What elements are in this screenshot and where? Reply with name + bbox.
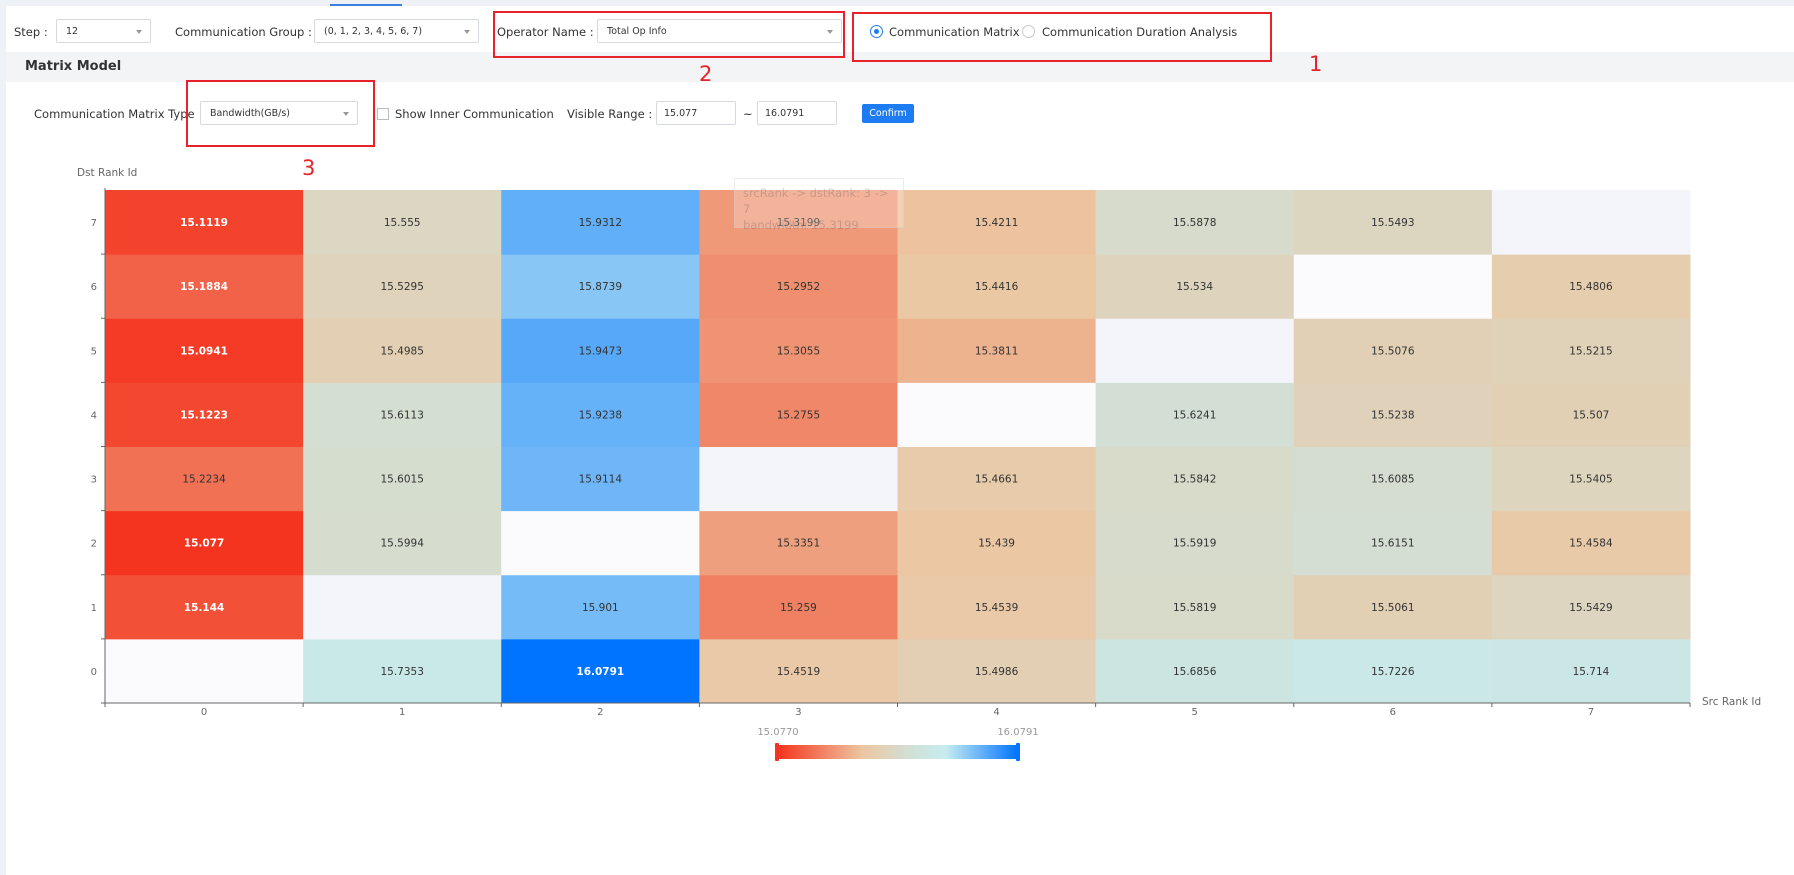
cell-value-label: 15.4416 (975, 281, 1019, 293)
visual-map-max-handle (1016, 743, 1020, 761)
cell-value-label: 15.6856 (1173, 666, 1217, 678)
cell-value-label: 15.259 (780, 602, 817, 614)
cell-value-label: 15.4519 (777, 666, 820, 678)
visual-map-max-label: 16.0791 (997, 727, 1038, 738)
x-tick-label: 0 (201, 707, 207, 718)
heatmap-cell (105, 638, 304, 704)
cell-value-label: 15.2952 (777, 281, 820, 293)
cell-value-label: 15.5061 (1371, 602, 1414, 614)
tooltip-line-1: srcRank -> dstRank: 3 -> 7 (743, 186, 889, 216)
cell-value-label: 15.4584 (1569, 538, 1613, 550)
cell-value-label: 16.0791 (576, 666, 624, 678)
x-axis-title: Src Rank Id (1702, 696, 1761, 708)
cell-value-label: 15.9312 (579, 217, 622, 229)
cell-value-label: 15.1884 (180, 281, 228, 293)
annotation-number-3: 3 (302, 156, 316, 180)
x-tick-label: 7 (1588, 707, 1594, 718)
cell-value-label: 15.4211 (975, 217, 1018, 229)
x-tick-label: 6 (1390, 707, 1396, 718)
cell-value-label: 15.534 (1176, 281, 1213, 293)
cell-value-label: 15.7353 (380, 666, 423, 678)
cell-value-label: 15.6015 (380, 474, 423, 486)
cell-value-label: 15.3351 (777, 538, 820, 550)
y-tick-label: 2 (91, 539, 97, 550)
cell-value-label: 15.1223 (180, 409, 228, 421)
cell-value-label: 15.3055 (777, 345, 820, 357)
cell-value-label: 15.7226 (1371, 666, 1415, 678)
cell-value-label: 15.4985 (380, 345, 423, 357)
cell-value-label: 15.9473 (579, 345, 622, 357)
cell-value-label: 15.6085 (1371, 474, 1414, 486)
visual-map-min-handle (775, 743, 779, 761)
cell-value-label: 15.8739 (579, 281, 622, 293)
heatmap-cell (699, 446, 898, 512)
cell-value-label: 15.9238 (579, 409, 622, 421)
cell-value-label: 15.5994 (380, 538, 424, 550)
x-tick-label: 1 (399, 707, 405, 718)
visual-map-min-label: 15.0770 (757, 727, 798, 738)
annotation-box-2 (493, 11, 845, 58)
cell-value-label: 15.507 (1573, 409, 1610, 421)
cell-value-label: 15.439 (978, 538, 1015, 550)
cell-value-label: 15.5076 (1371, 345, 1415, 357)
visual-map-gradient (778, 745, 1018, 759)
x-tick-label: 5 (1192, 707, 1198, 718)
cell-value-label: 15.5405 (1569, 474, 1612, 486)
heatmap-cell (897, 382, 1097, 447)
cell-value-label: 15.5819 (1173, 602, 1216, 614)
cell-value-label: 15.555 (384, 217, 421, 229)
y-tick-label: 6 (91, 282, 97, 293)
cell-value-label: 15.4986 (975, 666, 1019, 678)
cell-value-label: 15.5919 (1173, 538, 1216, 550)
annotation-box-3 (186, 80, 375, 147)
heatmap-cell (1491, 190, 1691, 255)
cell-value-label: 15.5238 (1371, 409, 1414, 421)
heatmap-cell (501, 510, 700, 576)
cell-value-label: 15.5215 (1569, 345, 1612, 357)
y-tick-label: 7 (91, 218, 97, 229)
cell-value-label: 15.3811 (975, 345, 1018, 357)
cell-value-label: 15.6113 (380, 409, 423, 421)
y-tick-label: 4 (91, 410, 97, 421)
cell-value-label: 15.2755 (777, 409, 820, 421)
heatmap-cell (1293, 254, 1493, 319)
cell-value-label: 15.5878 (1173, 217, 1216, 229)
cell-value-label: 15.901 (582, 602, 619, 614)
cell-value-label: 15.5493 (1371, 217, 1414, 229)
heatmap-tooltip: srcRank -> dstRank: 3 -> 7 bandwidth: 15… (734, 178, 904, 232)
cell-value-label: 15.6151 (1371, 538, 1414, 550)
annotation-number-2: 2 (699, 62, 713, 86)
cell-value-label: 15.5295 (380, 281, 423, 293)
y-tick-label: 5 (91, 346, 97, 357)
y-tick-label: 0 (91, 667, 97, 678)
y-tick-label: 1 (91, 603, 97, 614)
tooltip-line-2: bandwidth: 15.3199 (743, 218, 859, 232)
cell-value-label: 15.2234 (182, 474, 226, 486)
cell-value-label: 15.144 (184, 602, 225, 614)
y-axis-title: Dst Rank Id (77, 167, 137, 179)
cell-value-label: 15.1119 (180, 217, 228, 229)
heatmap-cell (303, 574, 502, 640)
x-tick-label: 3 (795, 707, 801, 718)
y-tick-label: 3 (91, 475, 97, 486)
annotation-box-1 (852, 12, 1272, 62)
cell-value-label: 15.4539 (975, 602, 1018, 614)
cell-value-label: 15.5842 (1173, 474, 1216, 486)
cell-value-label: 15.714 (1573, 666, 1610, 678)
cell-value-label: 15.4661 (975, 474, 1018, 486)
heatmap-cell (1095, 318, 1295, 383)
cell-value-label: 15.4806 (1569, 281, 1613, 293)
x-tick-label: 2 (597, 707, 603, 718)
cell-value-label: 15.6241 (1173, 409, 1216, 421)
cell-value-label: 15.0941 (180, 345, 228, 357)
x-tick-label: 4 (993, 707, 999, 718)
annotation-number-1: 1 (1309, 52, 1323, 76)
cell-value-label: 15.9114 (579, 474, 623, 486)
cell-value-label: 15.077 (184, 538, 225, 550)
cell-value-label: 15.5429 (1569, 602, 1612, 614)
